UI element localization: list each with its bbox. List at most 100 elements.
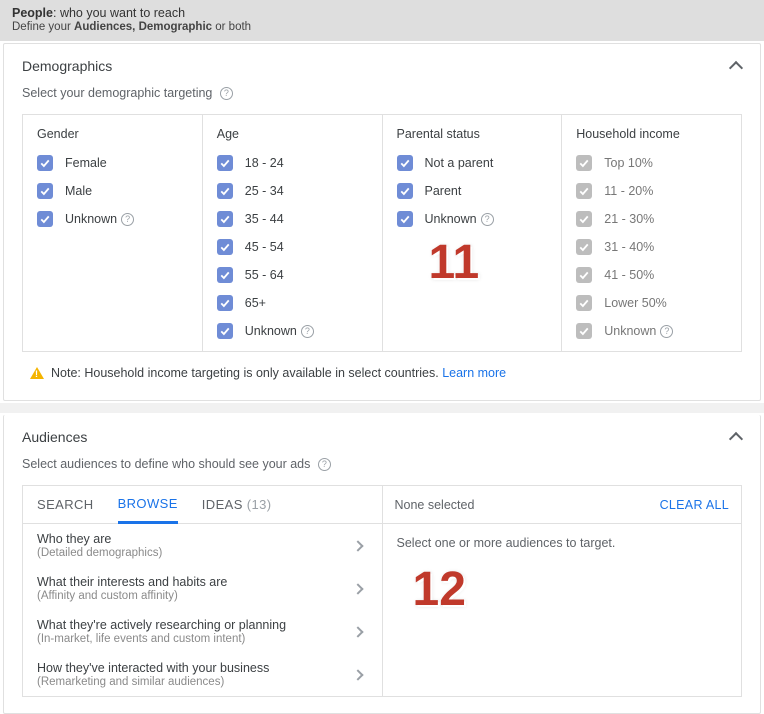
browse-item-subtitle: (Affinity and custom affinity) — [37, 590, 227, 602]
tab-search[interactable]: SEARCH — [37, 486, 94, 523]
checkbox-icon[interactable] — [217, 183, 233, 199]
option-label: 11 - 20% — [604, 184, 653, 198]
option-label: 65+ — [245, 296, 266, 310]
empty-state-message: Select one or more audiences to target. — [383, 524, 742, 562]
income-option: 11 - 20% — [576, 183, 727, 199]
chevron-right-icon — [352, 583, 363, 594]
chevron-right-icon — [352, 540, 363, 551]
checkbox-icon[interactable] — [397, 183, 413, 199]
demographics-subtitle: Select your demographic targeting ? — [22, 86, 742, 100]
demographics-header-row[interactable]: Demographics — [22, 58, 742, 74]
age-option[interactable]: 45 - 54 — [217, 239, 368, 255]
checkbox-icon — [576, 239, 592, 255]
option-label: Lower 50% — [604, 296, 667, 310]
option-label: Unknown — [425, 212, 477, 226]
help-icon[interactable]: ? — [220, 87, 233, 100]
parental-option[interactable]: Unknown? — [397, 211, 548, 227]
income-option: Unknown? — [576, 323, 727, 339]
people-header: People: who you want to reach Define you… — [0, 0, 764, 41]
collapse-icon[interactable] — [730, 60, 742, 72]
option-label: Unknown — [604, 324, 656, 338]
clear-all-button[interactable]: CLEAR ALL — [660, 498, 729, 512]
browse-item[interactable]: What they're actively researching or pla… — [23, 610, 382, 653]
browse-item[interactable]: How they've interacted with your busines… — [23, 653, 382, 696]
browse-item[interactable]: What their interests and habits are(Affi… — [23, 567, 382, 610]
checkbox-icon[interactable] — [217, 155, 233, 171]
checkbox-icon[interactable] — [217, 211, 233, 227]
parental-column: Parental status Not a parent Parent Unknow… — [383, 115, 563, 351]
parental-option[interactable]: Not a parent — [397, 155, 548, 171]
gender-option[interactable]: Female — [37, 155, 188, 171]
income-header: Household income — [576, 127, 727, 141]
option-label: Top 10% — [604, 156, 653, 170]
warning-icon — [30, 367, 44, 379]
audiences-right-panel: None selected CLEAR ALL Select one or mo… — [383, 486, 742, 696]
demographics-grid: Gender FemaleMaleUnknown? Age 18 - 2425 … — [22, 114, 742, 352]
age-option[interactable]: Unknown? — [217, 323, 368, 339]
option-label: Male — [65, 184, 92, 198]
header-title-rest: : who you want to reach — [53, 6, 185, 20]
checkbox-icon — [576, 183, 592, 199]
browse-item-subtitle: (In-market, life events and custom inten… — [37, 633, 286, 645]
option-label: Female — [65, 156, 107, 170]
age-option[interactable]: 25 - 34 — [217, 183, 368, 199]
checkbox-icon[interactable] — [37, 155, 53, 171]
checkbox-icon — [576, 323, 592, 339]
option-label: 21 - 30% — [604, 212, 654, 226]
browse-item-subtitle: (Remarketing and similar audiences) — [37, 676, 269, 688]
age-header: Age — [217, 127, 368, 141]
audiences-subtitle: Select audiences to define who should se… — [22, 457, 742, 471]
income-option: 31 - 40% — [576, 239, 727, 255]
age-option[interactable]: 55 - 64 — [217, 267, 368, 283]
help-icon[interactable]: ? — [318, 458, 331, 471]
browse-item-title: How they've interacted with your busines… — [37, 661, 269, 675]
checkbox-icon — [576, 267, 592, 283]
income-option: 21 - 30% — [576, 211, 727, 227]
audiences-header-row[interactable]: Audiences — [22, 429, 742, 445]
learn-more-link[interactable]: Learn more — [442, 366, 506, 380]
checkbox-icon[interactable] — [217, 239, 233, 255]
age-option[interactable]: 65+ — [217, 295, 368, 311]
help-icon[interactable]: ? — [660, 325, 673, 338]
gender-option[interactable]: Male — [37, 183, 188, 199]
browse-item[interactable]: Who they are(Detailed demographics) — [23, 524, 382, 567]
age-option[interactable]: 18 - 24 — [217, 155, 368, 171]
help-icon[interactable]: ? — [121, 213, 134, 226]
parental-header: Parental status — [397, 127, 548, 141]
income-note: Note: Household income targeting is only… — [22, 356, 742, 384]
gender-column: Gender FemaleMaleUnknown? — [23, 115, 203, 351]
help-icon[interactable]: ? — [301, 325, 314, 338]
option-label: 25 - 34 — [245, 184, 284, 198]
help-icon[interactable]: ? — [481, 213, 494, 226]
option-label: Parent — [425, 184, 462, 198]
annotation-12: 12 — [413, 562, 466, 617]
header-title-bold: People — [12, 6, 53, 20]
tab-ideas[interactable]: IDEAS(13) — [202, 486, 272, 523]
checkbox-icon[interactable] — [217, 323, 233, 339]
age-option[interactable]: 35 - 44 — [217, 211, 368, 227]
option-label: Unknown — [245, 324, 297, 338]
browse-item-subtitle: (Detailed demographics) — [37, 547, 162, 559]
divider — [0, 403, 764, 413]
checkbox-icon[interactable] — [397, 211, 413, 227]
option-label: 35 - 44 — [245, 212, 284, 226]
parental-option[interactable]: Parent — [397, 183, 548, 199]
collapse-icon[interactable] — [730, 431, 742, 443]
checkbox-icon[interactable] — [217, 267, 233, 283]
audiences-left-panel: SEARCH BROWSE IDEAS(13) Who they are(Det… — [23, 486, 383, 696]
audiences-title: Audiences — [22, 429, 87, 445]
gender-option[interactable]: Unknown? — [37, 211, 188, 227]
tab-browse[interactable]: BROWSE — [118, 487, 178, 524]
chevron-right-icon — [352, 669, 363, 680]
browse-item-title: What their interests and habits are — [37, 575, 227, 589]
checkbox-icon — [576, 211, 592, 227]
checkbox-icon[interactable] — [217, 295, 233, 311]
checkbox-icon — [576, 295, 592, 311]
income-option: Top 10% — [576, 155, 727, 171]
checkbox-icon[interactable] — [397, 155, 413, 171]
checkbox-icon[interactable] — [37, 183, 53, 199]
checkbox-icon[interactable] — [37, 211, 53, 227]
demographics-title: Demographics — [22, 58, 112, 74]
checkbox-icon — [576, 155, 592, 171]
browse-item-title: What they're actively researching or pla… — [37, 618, 286, 632]
